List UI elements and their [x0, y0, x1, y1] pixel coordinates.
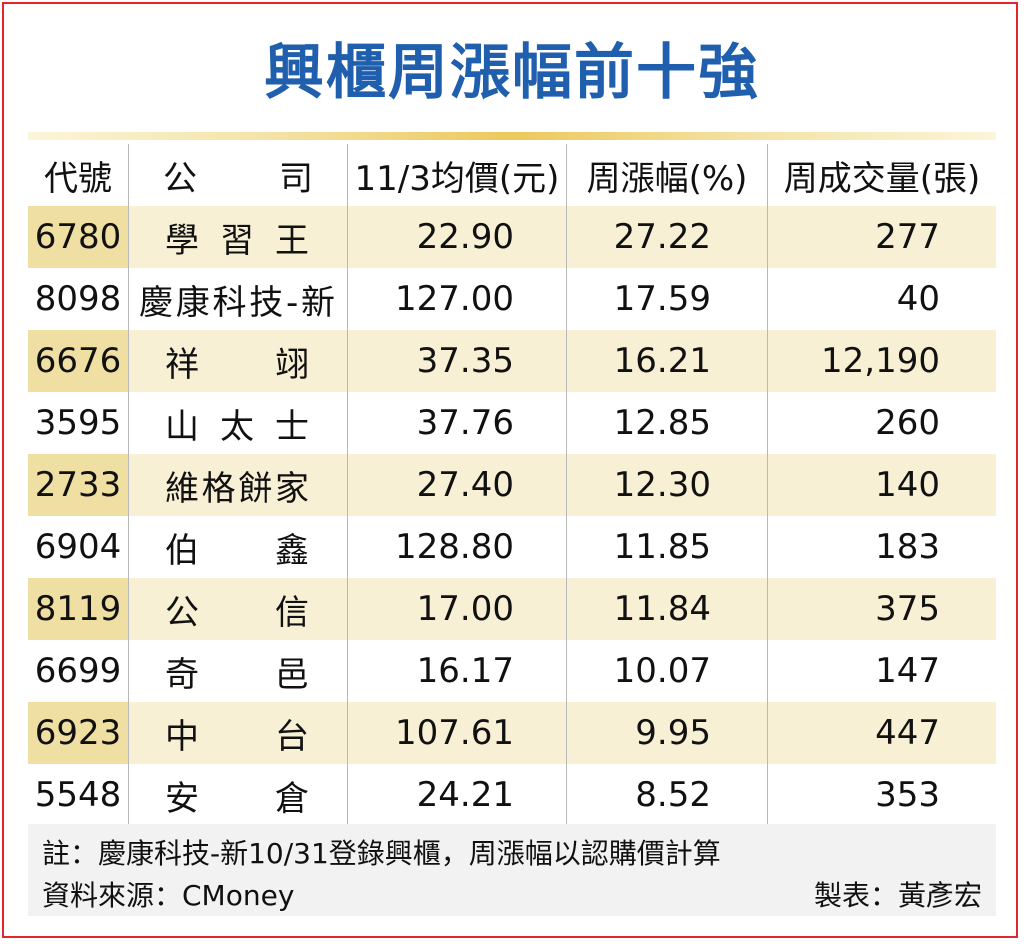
cell-company: 奇邑 — [128, 640, 348, 702]
page-title: 興櫃周漲幅前十強 — [264, 38, 760, 108]
footer-source: 資料來源：CMoney — [42, 879, 295, 912]
table-row: 8098 慶康科技-新 127.00 17.59 40 — [28, 268, 996, 330]
cell-company: 維格餅家 — [128, 454, 348, 516]
cell-change: 12.85 — [566, 392, 768, 454]
cell-volume: 147 — [875, 651, 940, 691]
cell-price: 128.80 — [347, 516, 567, 578]
table-row: 6904 伯鑫 128.80 11.85 183 — [28, 516, 996, 578]
cell-company: 伯鑫 — [128, 516, 348, 578]
header-change: 周漲幅(%) — [566, 144, 768, 206]
cell-change: 12.30 — [566, 454, 768, 516]
cell-company: 安倉 — [128, 764, 348, 826]
cell-change: 17.59 — [566, 268, 768, 330]
table-row: 6923 中台 107.61 9.95 447 — [28, 702, 996, 764]
company-name: 公信 — [165, 592, 309, 633]
company-name: 安倉 — [165, 778, 309, 819]
header-volume: 周成交量(張) — [783, 158, 981, 199]
cell-price: 127.00 — [347, 268, 567, 330]
cell-company: 中台 — [128, 702, 348, 764]
cell-code: 3595 — [28, 392, 129, 454]
cell-price: 22.90 — [347, 206, 567, 268]
table-row: 3595 山太士 37.76 12.85 260 — [28, 392, 996, 454]
cell-price: 27.40 — [347, 454, 567, 516]
table-row: 5548 安倉 24.21 8.52 353 — [28, 764, 996, 826]
cell-volume: 375 — [767, 578, 996, 640]
cell-code: 6923 — [28, 702, 129, 764]
cell-volume: 183 — [875, 527, 940, 567]
company-name: 慶康科技-新 — [139, 282, 335, 323]
cell-price: 37.35 — [347, 330, 567, 392]
cell-code: 2733 — [28, 454, 129, 516]
cell-company: 祥翊 — [128, 330, 348, 392]
cell-volume: 12,190 — [767, 330, 996, 392]
cell-volume: 40 — [896, 279, 940, 319]
cell-volume: 447 — [767, 702, 996, 764]
cell-company: 慶康科技-新 — [128, 268, 348, 330]
table-row: 8119 公信 17.00 11.84 375 — [28, 578, 996, 640]
cell-change: 27.22 — [566, 206, 768, 268]
company-name: 學習王 — [165, 220, 309, 261]
cell-volume: 353 — [875, 775, 940, 815]
title-divider — [28, 132, 996, 140]
company-name: 祥翊 — [165, 344, 309, 385]
table-row: 2733 維格餅家 27.40 12.30 140 — [28, 454, 996, 516]
cell-volume: 140 — [767, 454, 996, 516]
cell-price: 16.17 — [347, 640, 567, 702]
cell-company: 公信 — [128, 578, 348, 640]
cell-change: 11.85 — [566, 516, 768, 578]
header-company-label: 公 司 — [163, 158, 313, 199]
table-row: 6780 學習王 22.90 27.22 277 — [28, 206, 996, 268]
company-name: 奇邑 — [165, 654, 309, 695]
cell-code: 6699 — [28, 640, 129, 702]
header-company: 公 司 — [128, 144, 348, 206]
header-price: 11/3均價(元) — [347, 144, 567, 206]
cell-company: 學習王 — [128, 206, 348, 268]
cell-volume: 277 — [767, 206, 996, 268]
table-row: 6676 祥翊 37.35 16.21 12,190 — [28, 330, 996, 392]
company-name: 維格餅家 — [165, 468, 309, 509]
stock-table: 代號 公 司 11/3均價(元) 周漲幅(%) 周成交量(張) 6780 學習王 2… — [28, 144, 996, 826]
cell-code: 8098 — [28, 268, 129, 330]
cell-change: 10.07 — [566, 640, 768, 702]
cell-change: 8.52 — [566, 764, 768, 826]
cell-price: 37.76 — [347, 392, 567, 454]
company-name: 山太士 — [165, 406, 309, 447]
cell-change: 9.95 — [566, 702, 768, 764]
company-name: 伯鑫 — [165, 530, 309, 571]
cell-volume: 260 — [875, 403, 940, 443]
table-header-row: 代號 公 司 11/3均價(元) 周漲幅(%) 周成交量(張) — [28, 144, 996, 206]
footer-note: 註：慶康科技-新10/31登錄興櫃，周漲幅以認購價計算 — [42, 837, 721, 870]
footer: 註：慶康科技-新10/31登錄興櫃，周漲幅以認購價計算 資料來源：CMoney … — [28, 824, 996, 916]
company-name: 中台 — [165, 716, 309, 757]
table-row: 6699 奇邑 16.17 10.07 147 — [28, 640, 996, 702]
cell-price: 107.61 — [347, 702, 567, 764]
header-code: 代號 — [28, 144, 129, 206]
cell-change: 11.84 — [566, 578, 768, 640]
cell-price: 24.21 — [347, 764, 567, 826]
footer-maker: 製表：黃彥宏 — [813, 879, 982, 912]
cell-code: 5548 — [28, 764, 129, 826]
table-body: 6780 學習王 22.90 27.22 277 8098 慶康科技-新 127.00 17.5… — [28, 206, 996, 826]
cell-change: 16.21 — [566, 330, 768, 392]
cell-price: 17.00 — [347, 578, 567, 640]
cell-company: 山太士 — [128, 392, 348, 454]
cell-code: 8119 — [28, 578, 129, 640]
cell-code: 6676 — [28, 330, 129, 392]
cell-code: 6780 — [28, 206, 129, 268]
cell-code: 6904 — [28, 516, 129, 578]
